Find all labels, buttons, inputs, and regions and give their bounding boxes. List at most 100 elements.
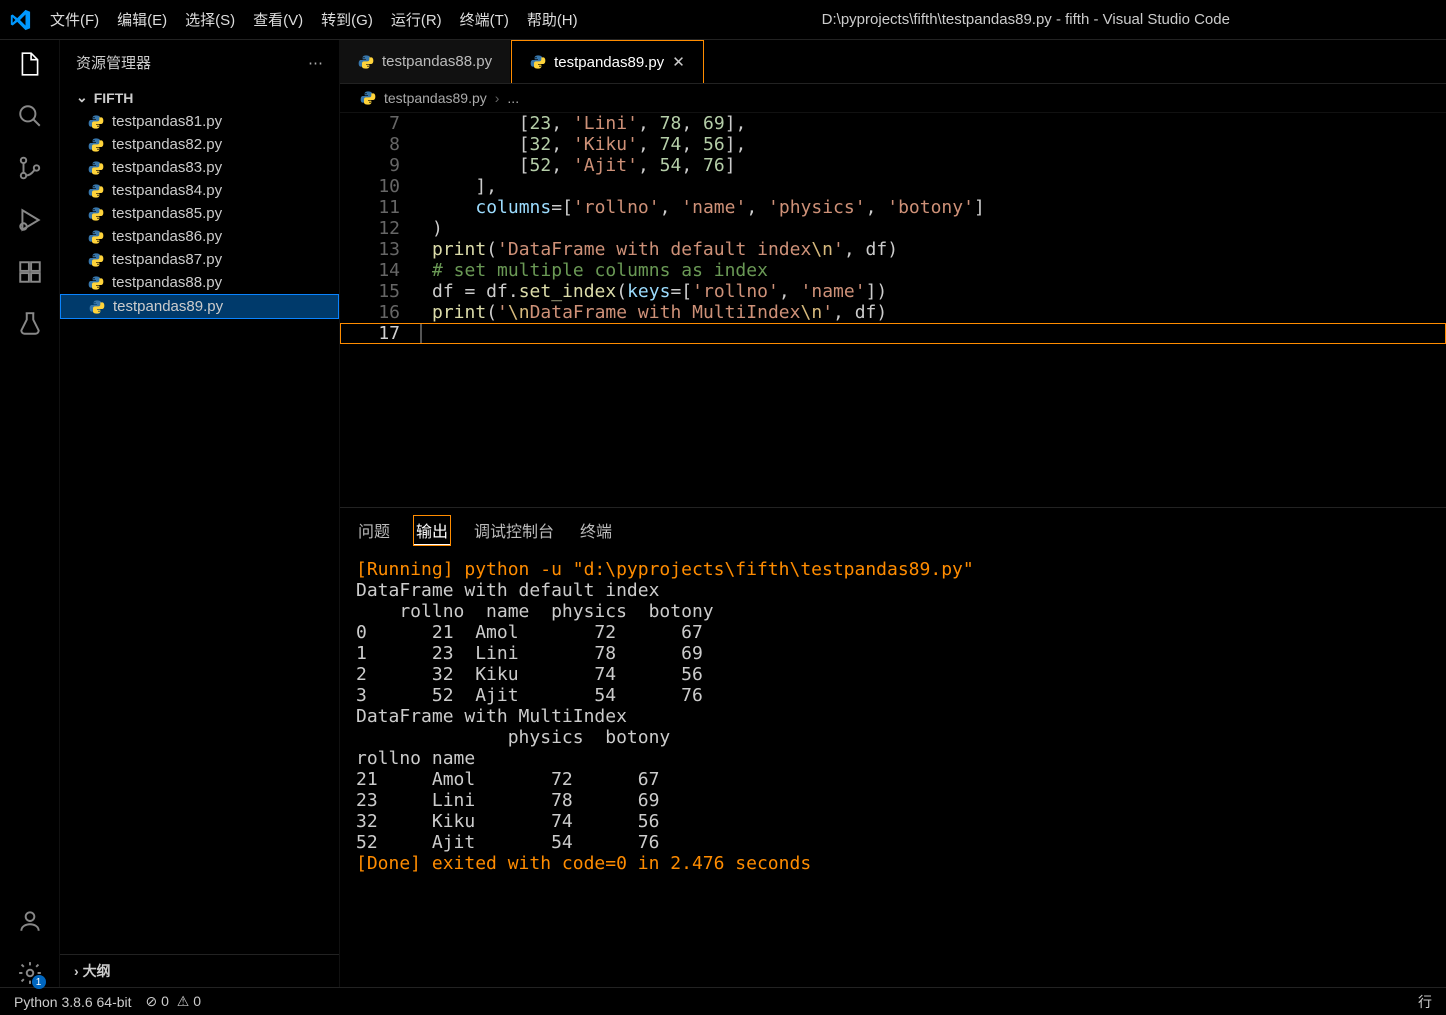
panel-tab[interactable]: 问题: [356, 516, 392, 545]
python-icon: [88, 183, 104, 199]
code-line[interactable]: 13print('DataFrame with default index\n'…: [340, 239, 1446, 260]
code-text: [52, 'Ajit', 54, 76]: [420, 155, 1446, 176]
panel-tab[interactable]: 终端: [578, 516, 614, 545]
file-item[interactable]: testpandas85.py: [60, 202, 339, 225]
panel-tab[interactable]: 调试控制台: [472, 516, 556, 545]
code-line[interactable]: 11 columns=['rollno', 'name', 'physics',…: [340, 197, 1446, 218]
outline-section[interactable]: › 大纲: [60, 954, 339, 987]
menu-运行(R)[interactable]: 运行(R): [391, 12, 442, 29]
code-text: ): [420, 218, 1446, 239]
run-debug-icon[interactable]: [16, 206, 44, 234]
editor-tab[interactable]: testpandas89.py✕: [511, 40, 704, 83]
code-text: [32, 'Kiku', 74, 56],: [420, 134, 1446, 155]
python-icon: [88, 160, 104, 176]
line-number: 15: [340, 281, 420, 302]
python-icon: [88, 252, 104, 268]
sidebar-explorer: 资源管理器 ⋯ ⌄ FIFTH testpandas81.py testpanda…: [60, 40, 340, 987]
file-item[interactable]: testpandas82.py: [60, 133, 339, 156]
python-icon: [89, 299, 105, 315]
testing-icon[interactable]: [16, 310, 44, 338]
file-item[interactable]: testpandas83.py: [60, 156, 339, 179]
file-name: testpandas85.py: [112, 205, 222, 222]
explorer-icon[interactable]: [16, 50, 44, 78]
python-icon: [88, 206, 104, 222]
folder-name: FIFTH: [94, 90, 134, 106]
file-item[interactable]: testpandas87.py: [60, 248, 339, 271]
output-line: 1 23 Lini 78 69: [356, 643, 1430, 664]
status-python[interactable]: Python 3.8.6 64-bit: [14, 994, 132, 1010]
tab-label: testpandas88.py: [382, 53, 492, 70]
accounts-icon[interactable]: [16, 907, 44, 935]
python-icon: [358, 54, 374, 70]
bottom-panel: 问题输出调试控制台终端 [Running] python -u "d:\pypr…: [340, 507, 1446, 987]
file-name: testpandas87.py: [112, 251, 222, 268]
code-text: print('\nDataFrame with MultiIndex\n', d…: [420, 302, 1446, 323]
output-line: 21 Amol 72 67: [356, 769, 1430, 790]
output-line: 2 32 Kiku 74 56: [356, 664, 1430, 685]
output-line: 0 21 Amol 72 67: [356, 622, 1430, 643]
code-line[interactable]: 16print('\nDataFrame with MultiIndex\n',…: [340, 302, 1446, 323]
menu-文件(F)[interactable]: 文件(F): [50, 12, 99, 29]
panel-tab[interactable]: 输出: [414, 516, 450, 545]
code-text: # set multiple columns as index: [420, 260, 1446, 281]
menu-转到(G)[interactable]: 转到(G): [321, 12, 373, 29]
search-icon[interactable]: [16, 102, 44, 130]
code-line[interactable]: 12): [340, 218, 1446, 239]
file-name: testpandas81.py: [112, 113, 222, 130]
line-number: 17: [340, 323, 420, 344]
output-line: 23 Lini 78 69: [356, 790, 1430, 811]
panel-tabs: 问题输出调试控制台终端: [340, 508, 1446, 553]
file-name: testpandas84.py: [112, 182, 222, 199]
file-item[interactable]: testpandas88.py: [60, 271, 339, 294]
file-name: testpandas83.py: [112, 159, 222, 176]
close-icon[interactable]: ✕: [672, 53, 685, 71]
menu-查看(V)[interactable]: 查看(V): [253, 12, 303, 29]
editor-tab[interactable]: testpandas88.py: [340, 40, 511, 83]
file-item[interactable]: testpandas89.py: [60, 294, 339, 319]
output-line: rollno name: [356, 748, 1430, 769]
output-line: physics botony: [356, 727, 1430, 748]
more-actions-icon[interactable]: ⋯: [308, 54, 323, 72]
output-line: [Running] python -u "d:\pyprojects\fifth…: [356, 559, 1430, 580]
file-item[interactable]: testpandas81.py: [60, 110, 339, 133]
code-line[interactable]: 9 [52, 'Ajit', 54, 76]: [340, 155, 1446, 176]
sidebar-title: 资源管理器: [76, 52, 151, 73]
code-line[interactable]: 10 ],: [340, 176, 1446, 197]
code-text: columns=['rollno', 'name', 'physics', 'b…: [420, 197, 1446, 218]
output-line: DataFrame with MultiIndex: [356, 706, 1430, 727]
output-line: [Done] exited with code=0 in 2.476 secon…: [356, 853, 1430, 874]
python-icon: [88, 114, 104, 130]
status-errors[interactable]: ⊘ 0 ⚠ 0: [146, 993, 201, 1010]
line-number: 12: [340, 218, 420, 239]
editor-region: testpandas88.py testpandas89.py✕ testpand…: [340, 40, 1446, 987]
code-editor[interactable]: 7 [23, 'Lini', 78, 69],8 [32, 'Kiku', 74…: [340, 113, 1446, 507]
status-line[interactable]: 行: [1418, 992, 1432, 1012]
breadcrumb-more: ...: [507, 90, 519, 106]
output-panel[interactable]: [Running] python -u "d:\pyprojects\fifth…: [340, 553, 1446, 987]
python-icon: [88, 229, 104, 245]
outline-label: 大纲: [83, 963, 111, 979]
code-line[interactable]: 17: [340, 323, 1446, 344]
extensions-icon[interactable]: [16, 258, 44, 286]
menu-帮助(H)[interactable]: 帮助(H): [527, 12, 578, 29]
settings-gear-icon[interactable]: [16, 959, 44, 987]
file-item[interactable]: testpandas84.py: [60, 179, 339, 202]
code-line[interactable]: 8 [32, 'Kiku', 74, 56],: [340, 134, 1446, 155]
line-number: 8: [340, 134, 420, 155]
menu-选择(S)[interactable]: 选择(S): [185, 12, 235, 29]
python-icon: [360, 90, 376, 106]
code-line[interactable]: 15df = df.set_index(keys=['rollno', 'nam…: [340, 281, 1446, 302]
line-number: 13: [340, 239, 420, 260]
status-bar: Python 3.8.6 64-bit ⊘ 0 ⚠ 0 行: [0, 987, 1446, 1015]
code-line[interactable]: 7 [23, 'Lini', 78, 69],: [340, 113, 1446, 134]
breadcrumb[interactable]: testpandas89.py › ...: [340, 84, 1446, 113]
source-control-icon[interactable]: [16, 154, 44, 182]
line-number: 10: [340, 176, 420, 197]
vscode-logo-icon: [8, 9, 32, 31]
menu-终端(T)[interactable]: 终端(T): [460, 12, 509, 29]
code-line[interactable]: 14# set multiple columns as index: [340, 260, 1446, 281]
menu-编辑(E)[interactable]: 编辑(E): [117, 12, 167, 29]
folder-section[interactable]: ⌄ FIFTH: [60, 85, 339, 110]
activity-bar: [0, 40, 60, 987]
file-item[interactable]: testpandas86.py: [60, 225, 339, 248]
